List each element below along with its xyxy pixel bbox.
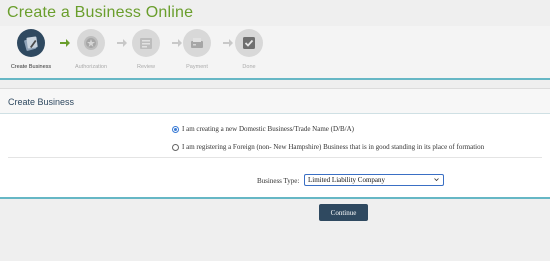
step-label: Payment	[186, 64, 208, 70]
domestic-business-radio[interactable]	[172, 125, 179, 133]
foreign-business-radio[interactable]	[172, 143, 179, 151]
review-icon	[132, 29, 160, 57]
arrow-right-icon	[223, 39, 233, 47]
payment-icon	[183, 29, 211, 57]
create-business-icon	[17, 29, 45, 57]
panel-title: Create Business	[8, 97, 75, 107]
arrow-right-icon	[172, 39, 182, 47]
arrow-right-icon	[60, 39, 70, 47]
wizard-steps: Create Business Authorization Review Pay…	[0, 26, 550, 80]
step-label: Done	[242, 64, 256, 70]
step-label: Review	[136, 64, 156, 70]
page-title: Create a Business Online	[7, 4, 194, 21]
business-type-value: Limited Liability Company	[308, 176, 385, 184]
panel-bottom-border	[0, 197, 550, 199]
continue-button[interactable]: Continue	[319, 204, 368, 221]
foreign-business-option[interactable]: I am registering a Foreign (non- New Ham…	[172, 143, 484, 151]
done-icon	[235, 29, 263, 57]
step-label: Create Business	[10, 64, 52, 70]
chevron-down-icon	[434, 178, 439, 182]
divider	[8, 157, 542, 158]
wizard-divider	[0, 78, 550, 80]
arrow-right-icon	[117, 39, 127, 47]
authorization-icon	[77, 29, 105, 57]
business-type-select[interactable]: Limited Liability Company	[304, 174, 444, 186]
domestic-business-label: I am creating a new Domestic Business/Tr…	[182, 125, 354, 133]
create-business-panel: Create Business I am creating a new Dome…	[0, 88, 550, 198]
business-type-label: Business Type:	[257, 177, 300, 185]
domestic-business-option[interactable]: I am creating a new Domestic Business/Tr…	[172, 125, 354, 133]
foreign-business-label: I am registering a Foreign (non- New Ham…	[182, 143, 485, 151]
panel-header: Create Business	[0, 89, 550, 114]
step-label: Authorization	[74, 64, 108, 70]
